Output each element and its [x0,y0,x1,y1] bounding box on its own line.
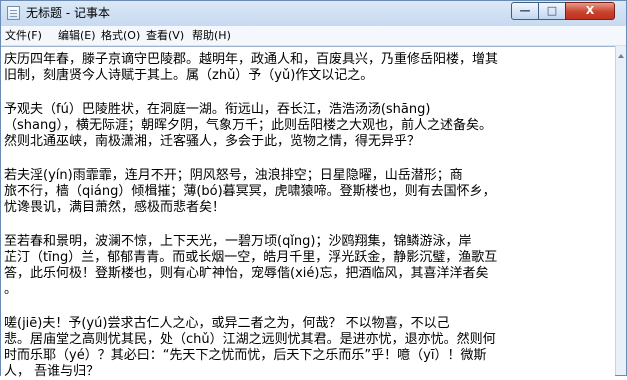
text-line: 旅不行，樯（qiáng）倾楫摧；薄(bó)暮冥冥，虎啸猿啼。登斯楼也，则有去国怀… [4,184,496,199]
text-line: 至若春和景明，波澜不惊，上下天光，一碧万顷(qǐng)；沙鸥翔集，锦鳞游泳，岸 [4,234,472,249]
text-line: 庆历四年春，滕子京谪守巴陵郡。越明年，政通人和，百废具兴，乃重修岳阳楼，增其 [4,52,499,67]
text-line: 予观夫（fú）巴陵胜状，在洞庭一湖。衔远山，吞长江，浩浩汤汤(shāng) [4,102,431,117]
text-line: 然则北通巫峡，南极潇湘，迁客骚人，多会于此，览物之情，得无异乎？ [4,134,421,149]
menu-view[interactable]: 查看(V) [146,29,184,42]
scroll-up-icon[interactable] [618,54,624,58]
text-line: 若夫淫(yín)雨霏霏，连月不开；阴风怒号，浊浪排空；日星隐曜，山岳潜形；商 [4,168,463,183]
menu-file[interactable]: 文件(F) [5,29,42,42]
text-line: 忧谗畏讥，满目萧然，感极而悲者矣！ [4,200,226,215]
window-title: 无标题 - 记事本 [26,6,110,20]
notepad-icon [7,6,20,20]
text-line: 芷汀（tīng）兰，郁郁青青。而或长烟一空，皓月千里，浮光跃金，静影沉璧，渔歌互 [4,250,498,265]
menu-edit[interactable]: 编辑(E) [58,29,96,42]
menu-bar: 文件(F) 编辑(E) 格式(O) 查看(V) 帮助(H) [1,26,626,46]
minimize-button[interactable]: — [511,2,539,20]
text-line: 悲。居庙堂之高则忧其民，处（chǔ）江湖之远则忧其君。是进亦忧，退亦忧。然则何 [4,332,496,347]
menu-format[interactable]: 格式(O) [101,29,140,42]
text-line: 答，此乐何极！登斯楼也，则有心旷神怡，宠辱偕(xié)忘，把酒临风，其喜洋洋者矣 [4,266,489,281]
notepad-window: 无标题 - 记事本 — □ X 文件(F) 编辑(E) 格式(O) 查看(V) … [0,0,627,379]
text-line: 人， 吾谁与归？ [4,364,100,379]
maximize-button[interactable]: □ [538,2,566,20]
vertical-scrollbar[interactable] [615,46,626,375]
text-line: 时而乐耶（yé）？其必曰：“先天下之忧而忧，后天下之乐而乐”乎！噫（yī）！微斯 [4,348,487,363]
title-bar[interactable]: 无标题 - 记事本 — □ X [1,1,626,26]
menu-help[interactable]: 帮助(H) [192,29,231,42]
text-line: 。 [4,282,18,297]
document-text: 庆历四年春，滕子京谪守巴陵郡。越明年，政通人和，百废具兴，乃重修岳阳楼，增其 旧… [4,52,604,380]
text-line: 嗟(jiē)夫！予(yú)尝求古仁人之心，或异二者之为，何哉？ 不以物喜，不以己 [4,316,450,331]
text-editor[interactable]: 庆历四年春，滕子京谪守巴陵郡。越明年，政通人和，百废具兴，乃重修岳阳楼，增其 旧… [1,46,615,379]
text-line: （shang），横无际涯；朝晖夕阴，气象万千；此则岳阳楼之大观也，前人之述备矣。 [4,118,492,133]
close-button[interactable]: X [565,2,615,20]
text-line: 旧制，刻唐贤今人诗赋于其上。属（zhǔ）予（yǔ)作文以记之。 [4,68,374,83]
